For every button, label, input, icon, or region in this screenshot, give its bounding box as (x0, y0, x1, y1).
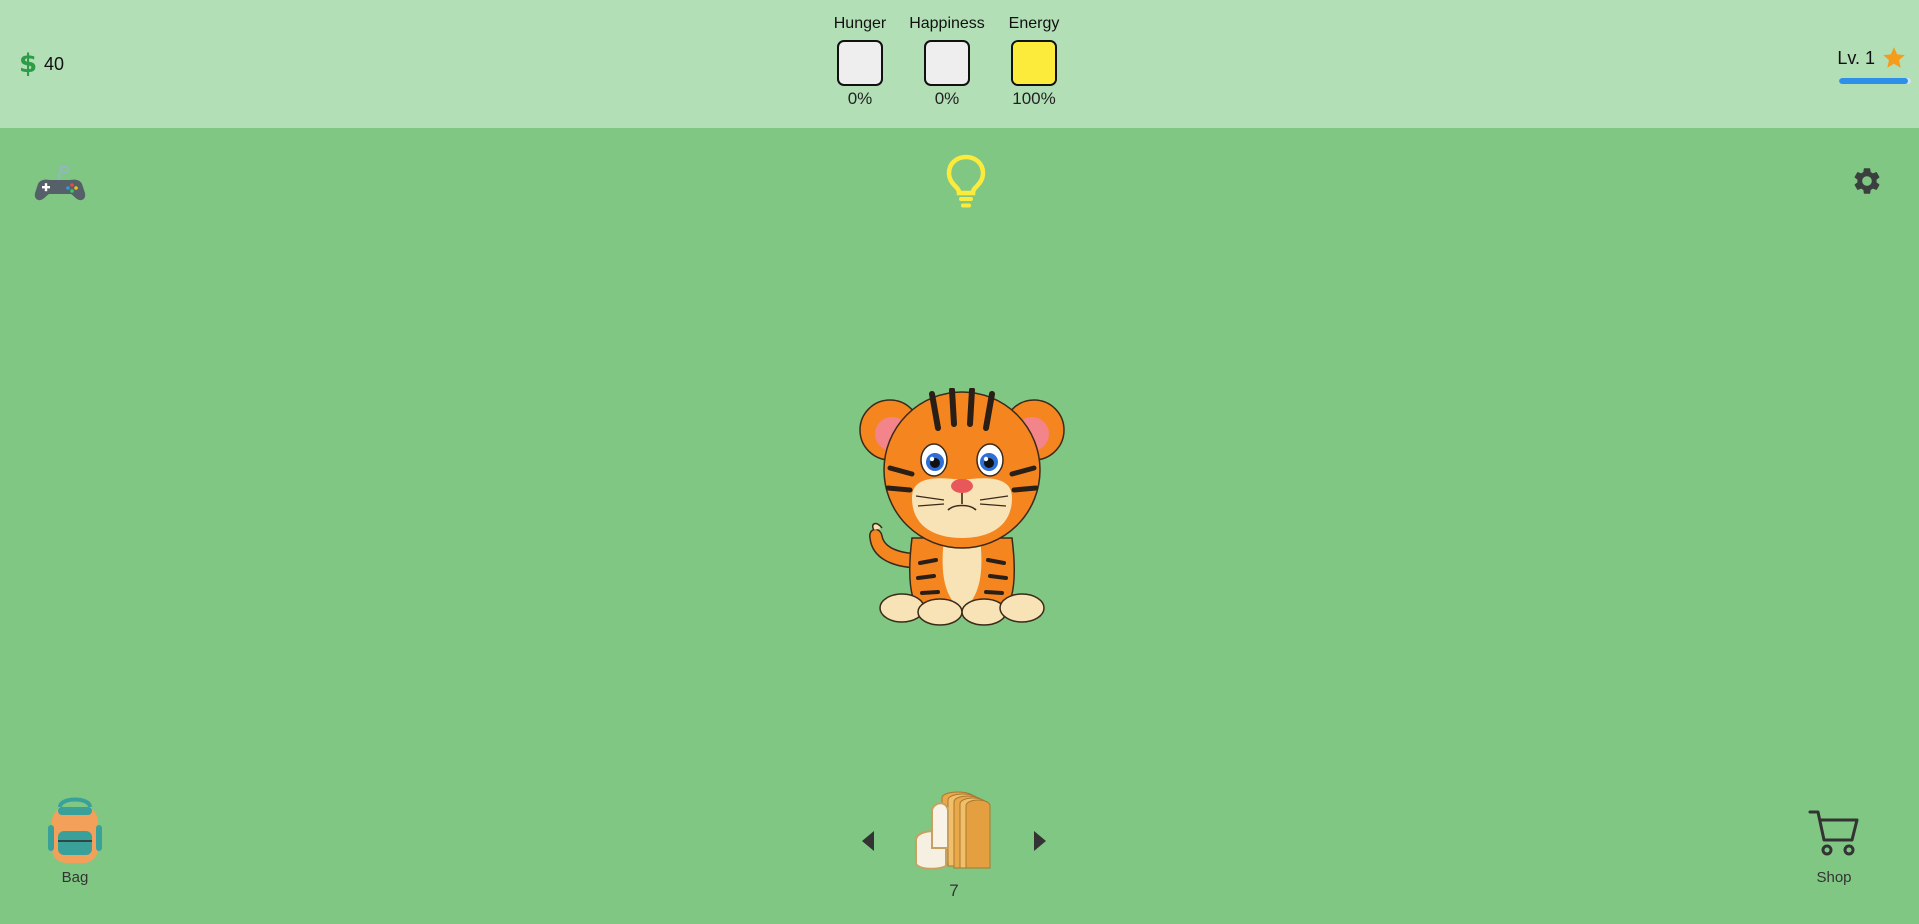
star-icon (1883, 47, 1905, 68)
pet-tiger[interactable] (852, 387, 1072, 628)
stat-label: Happiness (909, 15, 985, 32)
backpack-icon (48, 797, 102, 863)
level-label: Lv. 1 (1837, 47, 1875, 68)
shop-button[interactable] (1808, 806, 1860, 858)
food-item[interactable] (912, 788, 998, 872)
next-food-arrow[interactable] (1034, 831, 1046, 851)
stat-label: Hunger (833, 15, 887, 32)
bag-button[interactable] (46, 795, 104, 865)
level-indicator: Lv. 1 (1827, 46, 1911, 84)
stat-value: 100% (1012, 89, 1056, 108)
light-toggle-button[interactable] (946, 154, 986, 210)
stat-happiness: Happiness 0% (907, 14, 987, 109)
stat-label: Energy (1008, 15, 1060, 32)
stat-energy: Energy 100% (994, 14, 1074, 109)
wallet-amount: 40 (44, 53, 65, 74)
stat-hunger: Hunger 0% (820, 14, 900, 109)
stat-meter-happiness (924, 40, 970, 86)
wallet: $ 40 (18, 49, 65, 79)
stat-meter-hunger (837, 40, 883, 86)
stat-meter-energy (1011, 40, 1057, 86)
stat-value: 0% (934, 89, 960, 108)
bag-label: Bag (61, 869, 89, 886)
bread-icon (915, 791, 991, 870)
gear-icon (1854, 168, 1880, 194)
dollar-icon: $ (18, 49, 38, 79)
stat-fill (1013, 42, 1055, 84)
xp-progress-track (1839, 78, 1911, 84)
previous-food-arrow[interactable] (862, 831, 874, 851)
gamepad-icon (34, 165, 86, 201)
lightbulb-icon (946, 154, 986, 208)
cart-icon (1808, 810, 1859, 856)
minigames-button[interactable] (32, 160, 88, 204)
xp-progress-bar (1839, 78, 1909, 84)
shop-label: Shop (1816, 869, 1852, 886)
stat-value: 0% (847, 89, 873, 108)
tiger-icon (859, 387, 1065, 626)
top-status-bar: $ 40 Hunger 0% Happiness 0% Energy 100% … (0, 0, 1919, 128)
settings-button[interactable] (1851, 165, 1883, 197)
food-count: 7 (949, 881, 959, 900)
